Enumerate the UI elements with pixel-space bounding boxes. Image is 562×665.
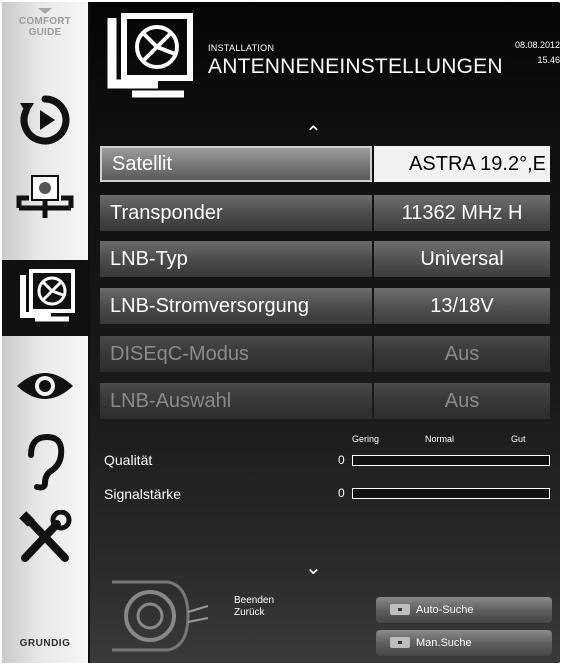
comfort-guide-line1: COMFORT	[19, 16, 71, 27]
setting-row-lnb-type[interactable]: LNB-Typ Universal	[100, 241, 560, 277]
signal-strength-bar	[352, 488, 550, 499]
scale-label-good: Gut	[511, 434, 526, 444]
signal-strength-label: Signalstärke	[104, 486, 182, 502]
setting-label: Satellit	[100, 146, 372, 182]
setting-row-transponder[interactable]: Transponder 11362 MHz H	[100, 195, 560, 231]
eye-icon	[17, 373, 73, 399]
setting-row-lnb-power[interactable]: LNB-Stromversorgung 13/18V	[100, 288, 560, 324]
quality-value: 0	[338, 453, 345, 467]
setting-value[interactable]: Universal	[374, 241, 550, 277]
manual-search-label: Man.Suche	[416, 637, 472, 649]
sidebar-item-source[interactable]	[2, 158, 88, 234]
comfort-guide[interactable]: COMFORT GUIDE	[2, 8, 88, 38]
sidebar-item-tools[interactable]	[2, 500, 88, 576]
setting-row-satellite[interactable]: Satellit ASTRA 19.2°,E	[100, 146, 560, 182]
scale-label-low: Gering	[352, 434, 380, 444]
quality-label: Qualität	[104, 452, 153, 468]
sidebar-item-sound[interactable]	[2, 424, 88, 500]
quality-bar	[352, 455, 550, 466]
help-exit-label: Beenden	[234, 595, 275, 606]
comfort-guide-line2: GUIDE	[28, 27, 62, 38]
setting-row-diseqc-mode: DISEqC-Modus Aus	[100, 336, 560, 372]
setting-label: LNB-Stromversorgung	[100, 288, 372, 324]
scale-label-normal: Normal	[425, 434, 455, 444]
sidebar: COMFORT GUIDE GRUNDIG	[2, 2, 90, 663]
playback-icon	[20, 95, 70, 145]
header-installation-icon	[102, 12, 198, 109]
chevron-up-icon[interactable]: ⌃	[305, 124, 322, 144]
setting-row-lnb-selection: LNB-Auswahl Aus	[100, 383, 560, 419]
auto-search-button[interactable]: Auto-Suche	[376, 597, 552, 623]
setting-label: DISEqC-Modus	[100, 336, 372, 372]
main-panel: INSTALLATION ANTENNENEINSTELLUNGEN 08.08…	[90, 2, 560, 663]
setting-value[interactable]: 11362 MHz H	[374, 195, 550, 231]
date-label: 08.08.2012	[514, 40, 560, 50]
help-back-label: Zurück	[234, 607, 265, 618]
setting-label: LNB-Typ	[100, 241, 372, 277]
brand-logo: GRUNDIG	[19, 638, 71, 649]
chevron-up-icon	[38, 8, 52, 14]
ear-icon	[28, 433, 65, 491]
signal-strength-value: 0	[338, 486, 345, 500]
installation-satellite-icon	[20, 269, 75, 322]
time-label: 15.46	[537, 55, 560, 65]
sidebar-item-installation[interactable]	[2, 260, 90, 336]
setting-value: Aus	[374, 336, 550, 372]
manual-search-button[interactable]: Man.Suche	[376, 630, 552, 656]
remote-navigation-icon	[104, 576, 222, 661]
setting-label: Transponder	[100, 195, 372, 231]
setting-label: LNB-Auswahl	[100, 383, 372, 419]
sidebar-item-playback[interactable]	[2, 82, 88, 158]
auto-search-label: Auto-Suche	[416, 604, 474, 616]
section-label: INSTALLATION	[208, 43, 275, 53]
setting-value: Aus	[374, 383, 550, 419]
tools-icon	[19, 510, 72, 562]
green-key-icon	[390, 637, 410, 648]
red-key-icon	[390, 604, 410, 615]
sidebar-item-picture[interactable]	[2, 348, 88, 424]
page-title: ANTENNENEINSTELLUNGEN	[208, 55, 503, 78]
source-connection-icon	[16, 175, 74, 218]
setting-value[interactable]: ASTRA 19.2°,E	[374, 146, 550, 182]
setting-value[interactable]: 13/18V	[374, 288, 550, 324]
tv-screen: COMFORT GUIDE GRUNDIG INSTALLATION ANTEN…	[2, 2, 560, 663]
chevron-down-icon[interactable]: ⌄	[305, 558, 322, 578]
